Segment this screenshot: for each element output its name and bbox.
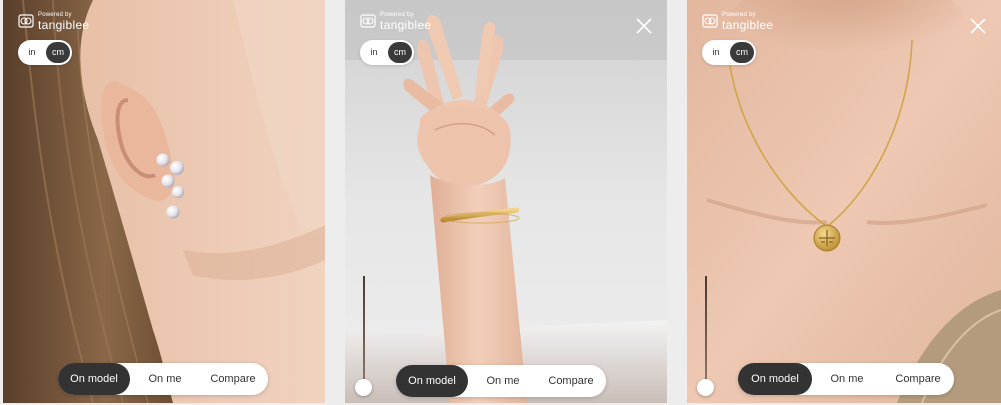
size-slider-track[interactable] [363,276,365,384]
view-mode-switch[interactable]: On model On me Compare [738,363,954,395]
size-slider[interactable] [355,276,377,396]
size-slider-handle[interactable] [355,379,372,396]
powered-by-label: Powered by [722,11,756,18]
view-mode-switch[interactable]: On model On me Compare [396,365,606,397]
size-slider-handle[interactable] [697,379,714,396]
on-me-tab[interactable]: On me [134,363,196,395]
compare-tab[interactable]: Compare [536,365,606,397]
size-slider-track[interactable] [705,276,707,384]
earring-try-on-panel: Powered by tangiblee in cm On model On m… [3,0,325,403]
bracelet-try-on-panel: Powered by tangiblee in cm On model On m… [345,0,667,403]
tangiblee-logo-icon [18,14,34,28]
compare-tab[interactable]: Compare [198,363,268,395]
size-slider[interactable] [697,276,719,396]
compare-tab[interactable]: Compare [882,363,954,395]
unit-in-option[interactable]: in [21,42,43,63]
close-icon[interactable] [969,17,987,35]
necklace-try-on-panel: Powered by tangiblee in cm On model On m… [687,0,1001,403]
brand-name: tangiblee [380,17,432,32]
tangiblee-logo-icon [702,14,718,28]
unit-toggle[interactable]: in cm [360,40,414,65]
close-icon[interactable] [635,17,653,35]
on-model-tab[interactable]: On model [396,365,468,397]
on-me-tab[interactable]: On me [472,365,534,397]
powered-by-label: Powered by [38,11,72,18]
on-me-tab[interactable]: On me [816,363,878,395]
tangiblee-brand: Powered by tangiblee [18,11,89,31]
view-mode-switch[interactable]: On model On me Compare [58,363,268,395]
unit-cm-option[interactable]: cm [46,42,70,63]
unit-in-option[interactable]: in [363,42,385,63]
powered-by-label: Powered by [380,11,414,18]
unit-toggle[interactable]: in cm [18,40,72,65]
brand-name: tangiblee [38,17,90,32]
unit-cm-option[interactable]: cm [730,42,754,63]
unit-cm-option[interactable]: cm [388,42,412,63]
on-model-tab[interactable]: On model [58,363,130,395]
tangiblee-logo-icon [360,14,376,28]
unit-toggle[interactable]: in cm [702,40,756,65]
brand-name: tangiblee [722,17,774,32]
on-model-tab[interactable]: On model [738,363,812,395]
tangiblee-brand: Powered by tangiblee [702,11,773,31]
unit-in-option[interactable]: in [705,42,727,63]
tangiblee-brand: Powered by tangiblee [360,11,431,31]
